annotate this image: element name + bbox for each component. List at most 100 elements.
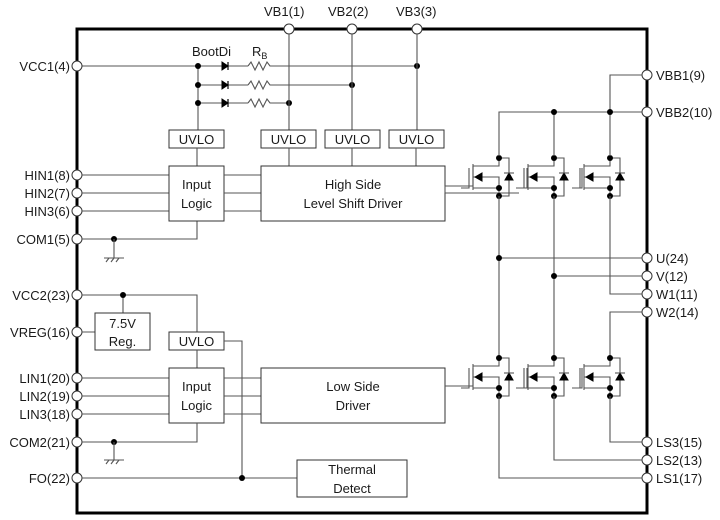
pin-w1: W1(11): [641, 287, 698, 302]
gate-wire: [519, 168, 528, 189]
input-logic-block-low: Input Logic: [168, 367, 225, 424]
regulator-block: 7.5V Reg.: [94, 312, 151, 351]
svg-text:Logic: Logic: [181, 196, 213, 211]
pin-vbb2: VBB2(10): [641, 105, 712, 120]
junction-dot: [195, 82, 201, 88]
pin-label-com2: COM2(21): [9, 435, 70, 450]
junction-dot: [551, 385, 557, 391]
pin-label-hin3: HIN3(6): [24, 204, 70, 219]
pin-vreg: VREG(16): [10, 325, 83, 340]
pin-label-vb2: VB2(2): [328, 4, 368, 19]
pin-label-fo: FO(22): [29, 471, 70, 486]
svg-text:Level Shift Driver: Level Shift Driver: [304, 196, 404, 211]
pin-com1: COM1(5): [17, 232, 83, 247]
pin-ls2: LS2(13): [641, 453, 702, 468]
mosfet-icon: [572, 155, 625, 199]
svg-text:UVLO: UVLO: [179, 334, 214, 349]
pin-label-vcc2: VCC2(23): [12, 288, 70, 303]
pin-label-w2: W2(14): [656, 305, 699, 320]
svg-text:Detect: Detect: [333, 481, 371, 496]
boot-diode-icon: [221, 61, 229, 108]
svg-text:Thermal: Thermal: [328, 462, 376, 477]
thermal-detect-block: Thermal Detect: [296, 459, 408, 498]
svg-text:7.5V: 7.5V: [109, 316, 136, 331]
mosfet-icon: [516, 355, 569, 399]
pin-label-vbb2: VBB2(10): [656, 105, 712, 120]
ground-icon: [104, 442, 124, 465]
pin-vcc2: VCC2(23): [12, 288, 83, 303]
junction-dot: [551, 355, 557, 361]
low-side-driver-block: Low Side Driver: [260, 367, 446, 424]
junction-dot: [195, 100, 201, 106]
mosfet-icon: [516, 155, 569, 199]
svg-text:High Side: High Side: [325, 177, 381, 192]
wire-ls-outputs: [498, 396, 642, 479]
uvlo-block-hs-logic: UVLO: [168, 129, 225, 149]
junction-dot: [551, 109, 557, 115]
pin-label-ls1: LS1(17): [656, 471, 702, 486]
pin-label-hin1: HIN1(8): [24, 168, 70, 183]
svg-text:Input: Input: [182, 177, 211, 192]
pin-label-vb3: VB3(3): [396, 4, 436, 19]
pin-w2: W2(14): [641, 305, 699, 320]
junction-dot: [551, 273, 557, 279]
junction-dot: [496, 185, 502, 191]
uvlo-block-low: UVLO: [168, 331, 225, 351]
pin-label-u: U(24): [656, 251, 689, 266]
high-side-driver-block: High Side Level Shift Driver: [260, 165, 446, 222]
junction-dot: [607, 385, 613, 391]
pin-label-ls3: LS3(15): [656, 435, 702, 450]
gate-wire: [519, 368, 528, 389]
boot-diode-label: BootDi: [192, 44, 231, 59]
uvlo-block-vb2: UVLO: [324, 129, 381, 149]
pin-hin2: HIN2(7): [24, 186, 83, 201]
wire-lin-inputs: [82, 377, 169, 415]
pin-label-lin1: LIN1(20): [19, 371, 70, 386]
svg-text:UVLO: UVLO: [179, 132, 214, 147]
ground-icon: [104, 239, 124, 263]
block-diagram: VB1(1) VB2(2) VB3(3) BootDi RB VCC1(4) U…: [9, 4, 712, 515]
pin-label-v: V(12): [656, 269, 688, 284]
input-logic-block-high: Input Logic: [168, 165, 225, 222]
pin-hin3: HIN3(6): [24, 204, 83, 219]
junction-dot: [239, 475, 245, 481]
junction-dot: [607, 185, 613, 191]
wire-vb-rails: [288, 34, 418, 130]
pin-label-vreg: VREG(16): [10, 325, 70, 340]
boot-resistor-icon: [247, 60, 272, 109]
pin-terminal-vb1: [283, 23, 295, 35]
pin-label-hin2: HIN2(7): [24, 186, 70, 201]
wire-uvlo-to-blocks: [196, 148, 417, 166]
junction-dot: [607, 355, 613, 361]
svg-text:Low Side: Low Side: [326, 379, 379, 394]
pin-ls1: LS1(17): [641, 471, 702, 486]
junction-dot: [551, 185, 557, 191]
pin-label-vb1: VB1(1): [264, 4, 304, 19]
junction-dot: [496, 255, 502, 261]
mosfet-icon: [461, 155, 514, 199]
low-side-mosfets: [461, 355, 625, 399]
pin-label-w1: W1(11): [656, 287, 698, 302]
pin-label-lin3: LIN3(18): [19, 407, 70, 422]
pin-ls3: LS3(15): [641, 435, 702, 450]
pin-label-vcc1: VCC1(4): [19, 59, 70, 74]
svg-text:Input: Input: [182, 379, 211, 394]
pin-terminal-vcc1: [71, 60, 83, 72]
uvlo-block-vb3: UVLO: [388, 129, 445, 149]
junction-dot: [496, 385, 502, 391]
pin-lin3: LIN3(18): [19, 407, 83, 422]
gate-wire: [574, 168, 583, 189]
pin-com2: COM2(21): [9, 435, 83, 450]
pin-lin1: LIN1(20): [19, 371, 83, 386]
junction-dot: [195, 63, 201, 69]
wire-phase-outputs: [498, 196, 642, 358]
pin-hin1: HIN1(8): [24, 168, 83, 183]
mosfet-icon: [461, 355, 514, 399]
pin-vbb1: VBB1(9): [641, 68, 705, 83]
wire-com1: [82, 221, 198, 240]
svg-text:Logic: Logic: [181, 398, 213, 413]
junction-dot: [120, 292, 126, 298]
pin-terminal-vb3: [411, 23, 423, 35]
pin-fo: FO(22): [29, 471, 83, 486]
pin-v: V(12): [641, 269, 688, 284]
